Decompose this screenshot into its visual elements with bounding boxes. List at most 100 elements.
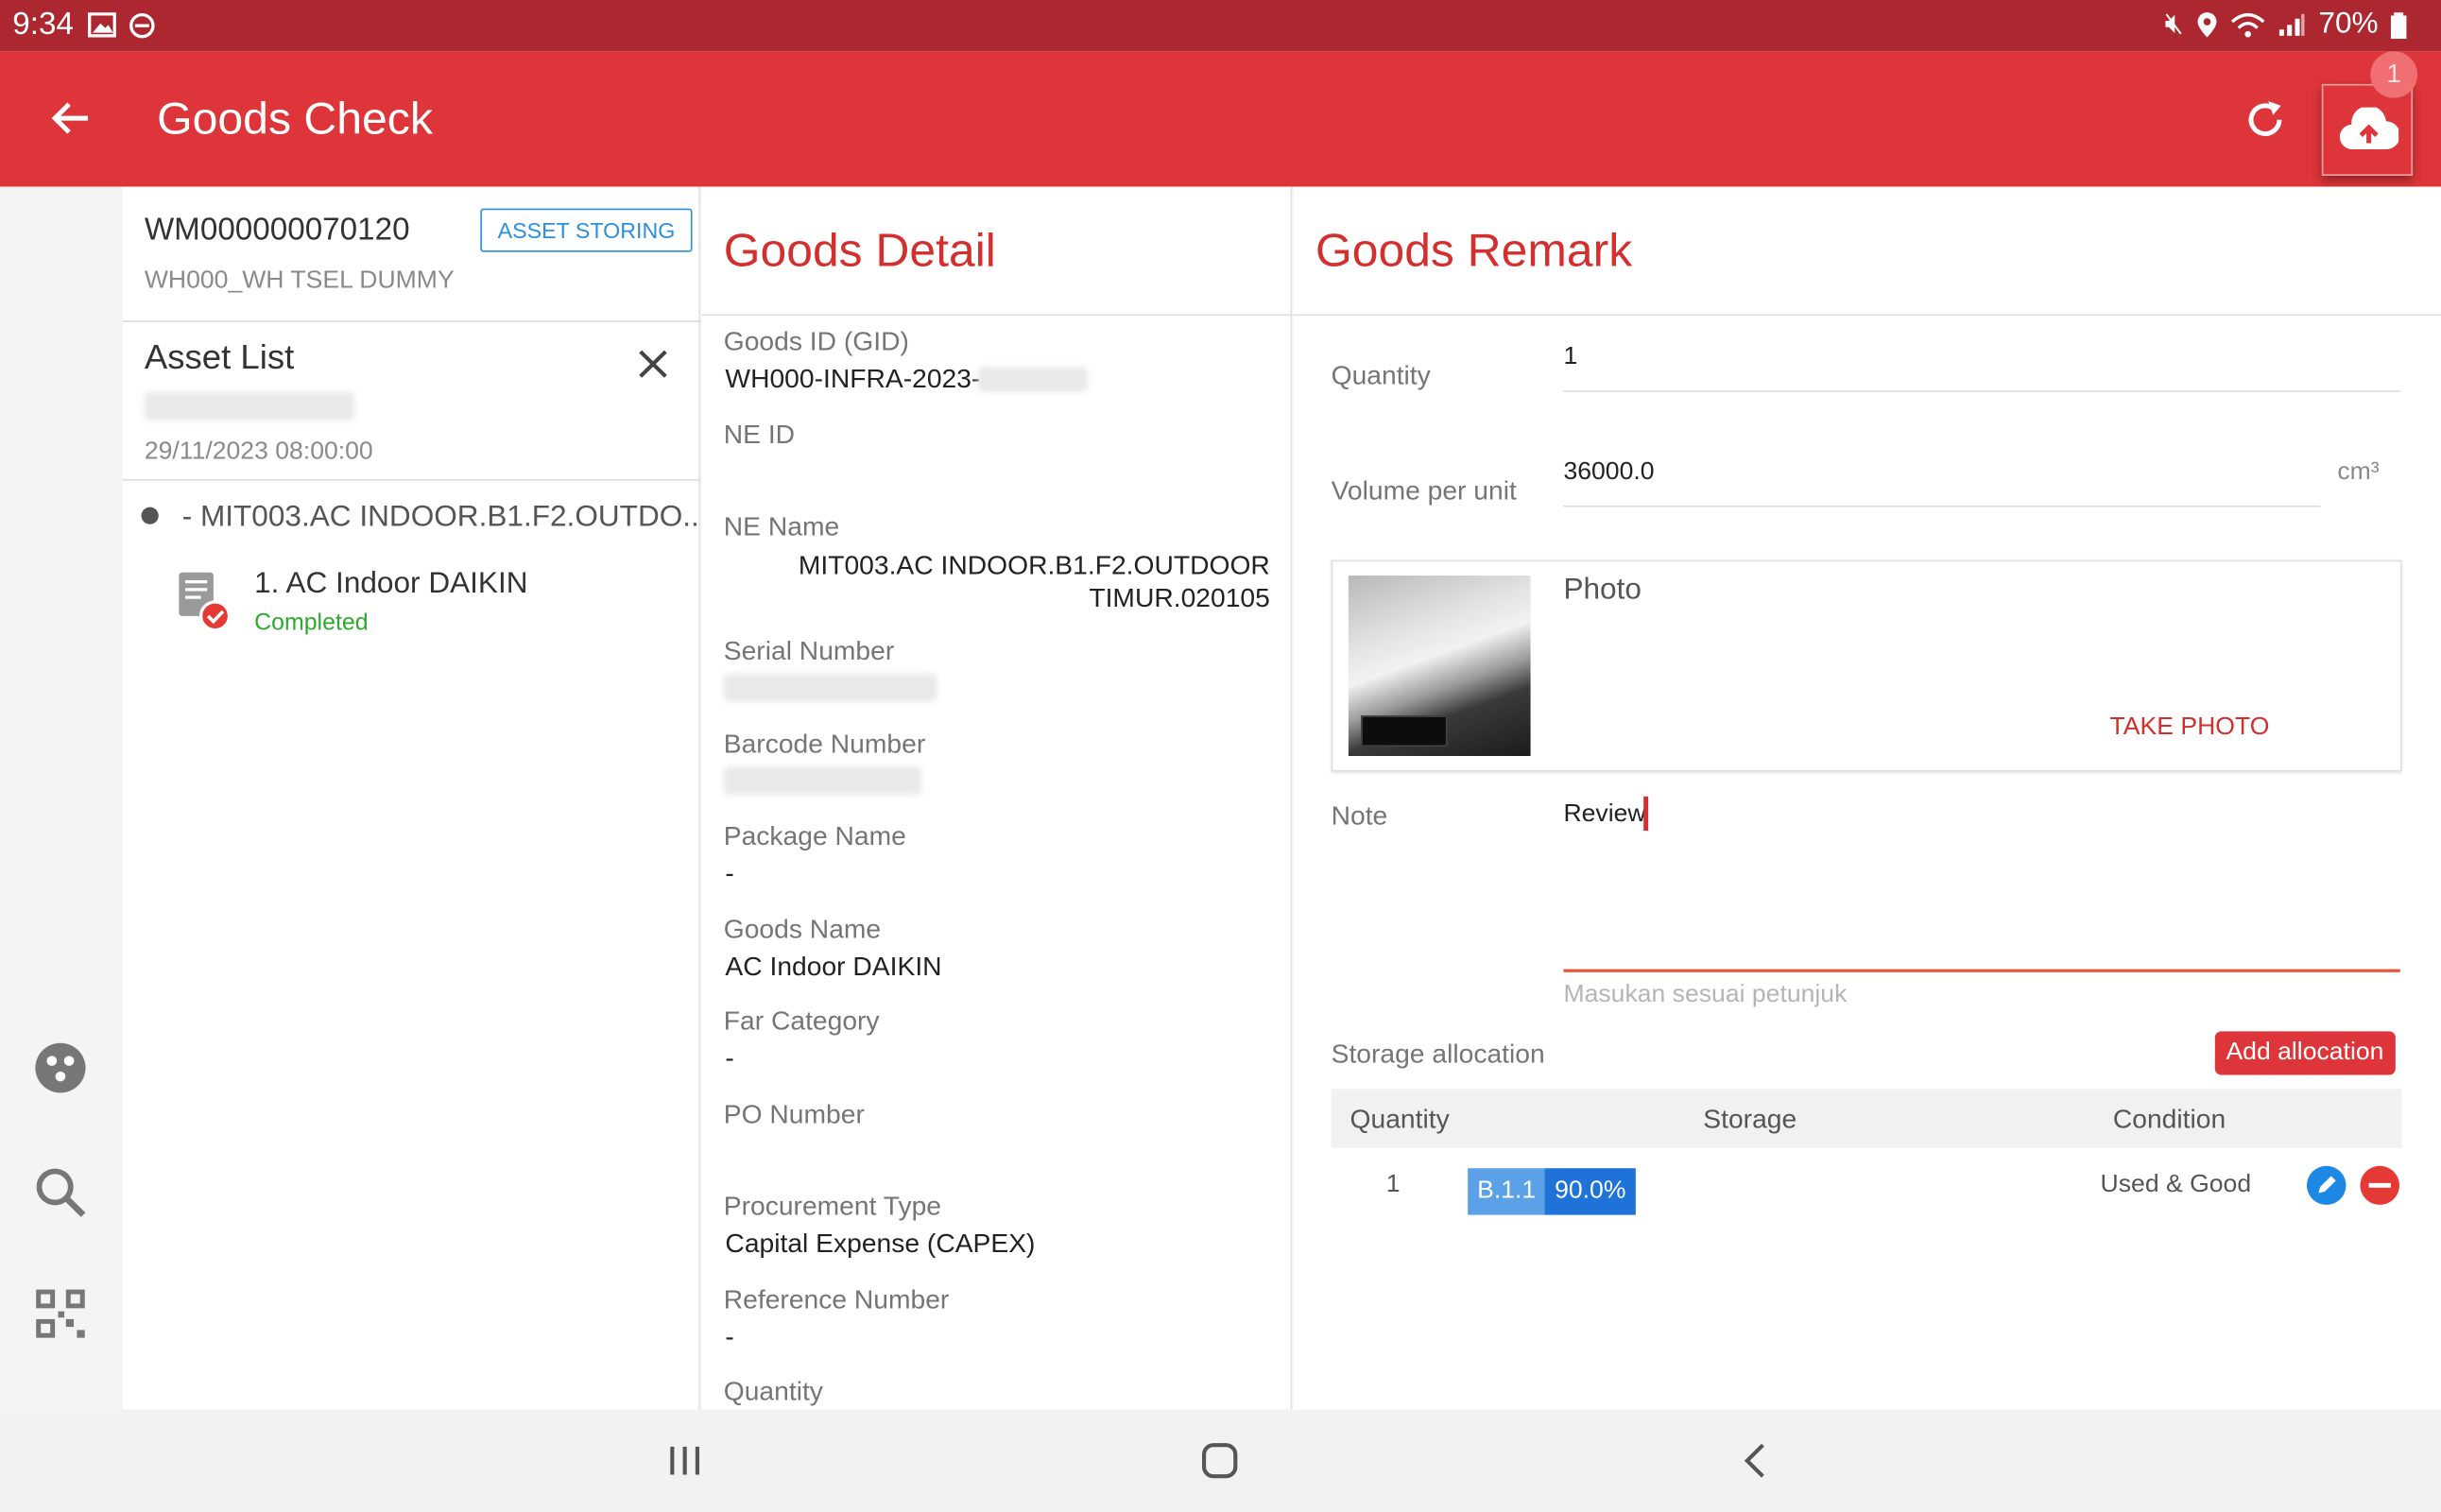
qr-code-icon[interactable]: [35, 1288, 87, 1339]
sensor-icon[interactable]: [35, 1042, 87, 1093]
upload-count-badge: 1: [2370, 51, 2418, 98]
field-label: Far Category: [723, 1006, 880, 1037]
status-right: 🔇︎ 70%: [2165, 8, 2407, 42]
asset-list-title: Asset List: [144, 337, 295, 377]
column-header: Storage: [1703, 1104, 1797, 1135]
asset-group[interactable]: - MIT003.AC INDOOR.B1.F2.OUTDO...: [182, 501, 708, 535]
field-label: Goods ID (GID): [723, 326, 909, 356]
field-label: NE ID: [723, 420, 796, 450]
note-hint: Masukan sesuai petunjuk: [1563, 981, 1848, 1008]
field-label: Serial Number: [723, 636, 895, 666]
volume-label: Volume per unit: [1331, 475, 1517, 506]
redacted-serial: [723, 673, 937, 702]
field-value: MIT003.AC INDOOR.B1.F2.OUTDOOR TIMUR.020…: [798, 550, 1270, 613]
wifi-icon: [2230, 13, 2265, 38]
redacted-gid: [977, 367, 1089, 392]
cloud-upload-icon: [2339, 107, 2399, 150]
refresh-icon[interactable]: [2242, 96, 2289, 143]
divider: [122, 478, 700, 481]
mute-icon: 🔇︎: [2164, 8, 2184, 41]
field-label: Reference Number: [723, 1284, 950, 1314]
field-value: AC Indoor DAIKIN: [725, 952, 942, 982]
upload-button[interactable]: [2321, 83, 2414, 177]
order-id: WM000000070120: [144, 213, 410, 248]
text-cursor: [1643, 796, 1649, 832]
asset-date: 29/11/2023 08:00:00: [144, 438, 373, 466]
field-label: Goods Name: [723, 914, 882, 945]
row-quantity: 1: [1385, 1171, 1401, 1198]
field-label: Procurement Type: [723, 1191, 941, 1222]
asset-item-name: 1. AC Indoor DAIKIN: [254, 567, 528, 601]
battery-icon: [2390, 11, 2407, 39]
volume-underline: [1563, 505, 2321, 507]
column-header: Condition: [2112, 1104, 2226, 1135]
back-nav-icon[interactable]: [1739, 1442, 1770, 1480]
list-item[interactable]: 1. AC Indoor DAIKIN Completed: [176, 568, 679, 645]
page-title: Goods Check: [157, 94, 433, 146]
gallery-icon: [88, 12, 116, 38]
field-label: PO Number: [723, 1099, 865, 1130]
photo-card: Photo TAKE PHOTO: [1331, 559, 2402, 772]
location-icon: [2197, 12, 2217, 38]
take-photo-button[interactable]: TAKE PHOTO: [2110, 714, 2270, 743]
field-value: WH000-INFRA-2023-: [725, 364, 981, 394]
goods-remark-title: Goods Remark: [1315, 225, 1633, 278]
row-condition: Used & Good: [2100, 1171, 2252, 1198]
storage-percent: 90.0%: [1545, 1168, 1636, 1215]
field-label: Quantity: [723, 1376, 823, 1407]
volume-input[interactable]: 36000.0: [1563, 459, 1654, 488]
column-header: Quantity: [1349, 1104, 1450, 1135]
goods-photo[interactable]: [1348, 576, 1531, 757]
signal-icon: [2278, 13, 2305, 36]
field-label: Barcode Number: [723, 730, 926, 760]
status-bar: 9:34 🔇︎ 70%: [0, 0, 2441, 52]
app-bar: Goods Check: [0, 51, 2441, 187]
table-row: 1 B.1.1 90.0% Used & Good: [1332, 1151, 2402, 1228]
photo-label: Photo: [1563, 574, 1642, 607]
note-input[interactable]: Review: [1563, 801, 1645, 830]
storage-chip: B.1.1 90.0%: [1468, 1168, 1636, 1215]
note-label: Note: [1331, 800, 1388, 832]
dnd-icon: [129, 12, 155, 39]
left-rail: [0, 186, 123, 1410]
asset-panel: WM000000070120 ASSET STORING WH000_WH TS…: [122, 186, 708, 1410]
search-icon[interactable]: [35, 1167, 88, 1220]
back-arrow-icon[interactable]: [47, 94, 95, 141]
field-value: -: [725, 1043, 734, 1074]
allocation-table-header: Quantity Storage Condition: [1331, 1089, 2402, 1148]
group-bullet: [141, 507, 159, 524]
add-allocation-button[interactable]: Add allocation: [2214, 1031, 2396, 1075]
quantity-underline: [1563, 390, 2400, 392]
photo-label-sticker: [1361, 715, 1448, 747]
divider: [701, 314, 1291, 317]
asset-item-status: Completed: [254, 610, 369, 637]
status-time: 9:34: [12, 8, 74, 43]
edit-icon[interactable]: [2306, 1165, 2346, 1206]
battery-level: 70%: [2318, 8, 2379, 41]
volume-unit: cm³: [2337, 458, 2380, 486]
field-value: -: [725, 1322, 734, 1352]
asset-storing-tag: ASSET STORING: [480, 208, 693, 252]
field-label: Package Name: [723, 821, 906, 851]
document-check-icon: [179, 572, 232, 632]
quantity-input[interactable]: 1: [1563, 344, 1577, 372]
field-label: NE Name: [723, 511, 840, 541]
redacted-barcode: [723, 766, 922, 796]
goods-remark-panel: Goods Remark Quantity 1 Volume per unit …: [1293, 186, 2441, 1410]
home-icon[interactable]: [1201, 1442, 1239, 1480]
storage-label: Storage allocation: [1331, 1039, 1545, 1069]
storage-code: B.1.1: [1468, 1168, 1546, 1215]
quantity-label: Quantity: [1331, 360, 1431, 391]
field-value: Capital Expense (CAPEX): [725, 1228, 1036, 1259]
divider: [122, 320, 700, 322]
close-icon[interactable]: [637, 349, 668, 380]
recent-apps-icon[interactable]: [667, 1444, 702, 1478]
goods-detail-panel: Goods Detail Goods ID (GID) WH000-INFRA-…: [701, 186, 1293, 1410]
goods-detail-title: Goods Detail: [723, 225, 996, 278]
remove-icon[interactable]: [2360, 1165, 2400, 1206]
note-underline: [1563, 969, 2400, 972]
field-value: -: [725, 858, 734, 888]
divider: [1293, 314, 2441, 317]
redacted-asset-id: [144, 391, 355, 421]
system-nav-bar: [0, 1409, 2441, 1512]
